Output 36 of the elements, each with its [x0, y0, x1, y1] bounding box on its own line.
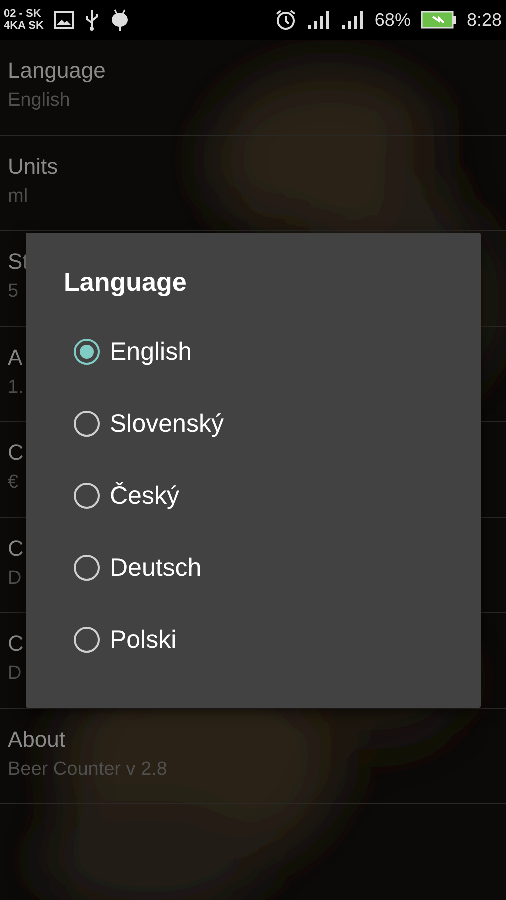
preference-summary: English — [8, 90, 70, 112]
battery-percent: 68% — [374, 10, 411, 30]
preference-summary: € — [8, 472, 19, 494]
alarm-icon — [274, 9, 297, 31]
preference-summary: D — [8, 568, 22, 590]
language-option[interactable]: Polski — [110, 626, 177, 654]
radio-button[interactable] — [74, 627, 100, 653]
preference-summary: 1. — [8, 376, 24, 398]
radio-button[interactable] — [74, 339, 100, 365]
signal-icon — [306, 11, 331, 29]
clock: 8:28 — [466, 10, 502, 30]
preference-summary: Beer Counter v 2.8 — [8, 758, 168, 780]
preference-title[interactable]: Language — [8, 58, 106, 84]
radio-button[interactable] — [74, 411, 100, 437]
language-option[interactable]: English — [110, 338, 192, 366]
language-option[interactable]: Český — [110, 482, 180, 510]
usb-icon — [84, 9, 100, 31]
preference-title[interactable]: C — [8, 440, 24, 466]
battery-icon — [420, 11, 457, 29]
radio-button[interactable] — [74, 483, 100, 509]
preference-title[interactable]: Units — [8, 154, 58, 180]
preference-title[interactable]: C — [8, 631, 24, 657]
carrier-text: 02 - SK — [4, 8, 42, 20]
language-option[interactable]: Deutsch — [110, 554, 202, 582]
preference-title[interactable]: C — [8, 536, 24, 562]
dialog-title: Language — [64, 267, 187, 298]
preference-summary: D — [8, 663, 22, 685]
language-option[interactable]: Slovenský — [110, 410, 224, 438]
radio-button[interactable] — [74, 555, 100, 581]
signal-icon — [340, 11, 365, 29]
preference-title[interactable]: A — [8, 344, 23, 370]
preference-title[interactable]: About — [8, 726, 66, 752]
image-icon — [54, 11, 74, 29]
preference-summary: 5 — [8, 281, 19, 303]
carrier-text: 4KA SK — [4, 20, 44, 32]
preference-summary: ml — [8, 186, 28, 208]
